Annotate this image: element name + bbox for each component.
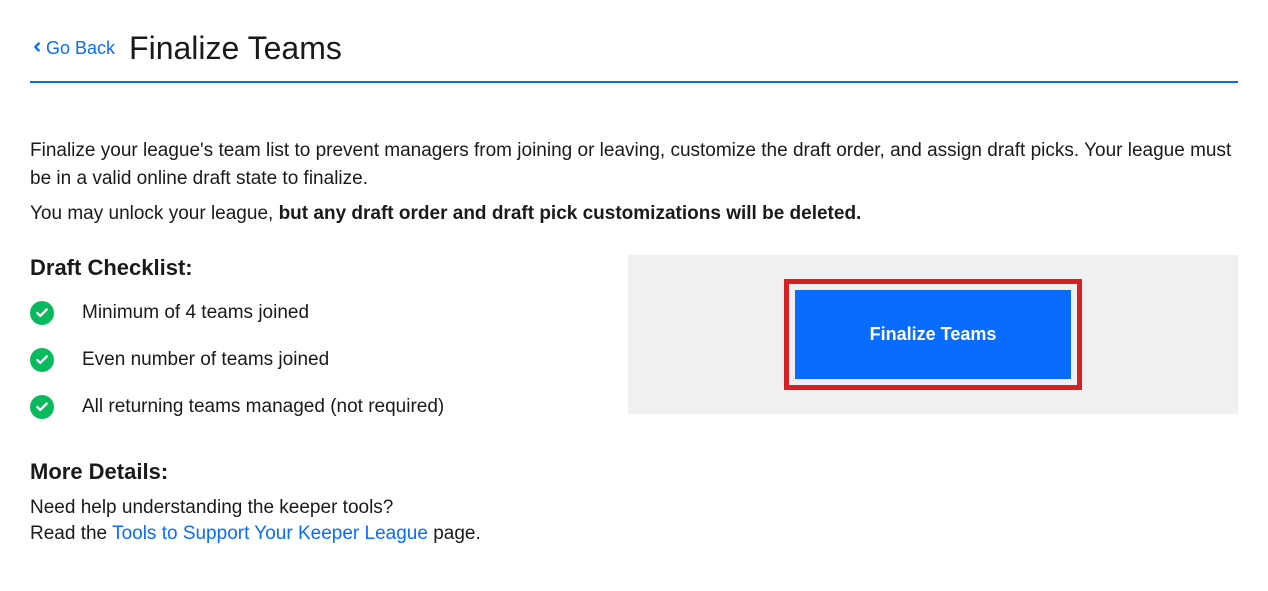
- keeper-tools-link[interactable]: Tools to Support Your Keeper League: [112, 523, 428, 544]
- go-back-link[interactable]: Go Back: [30, 38, 115, 59]
- highlight-frame: Finalize Teams: [784, 279, 1083, 390]
- intro-paragraph-2: You may unlock your league, but any draf…: [30, 200, 1238, 229]
- checklist-item-text: All returning teams managed (not require…: [82, 396, 444, 418]
- more-details-heading: More Details:: [30, 459, 588, 485]
- checklist-item: Minimum of 4 teams joined: [30, 301, 588, 325]
- finalize-teams-button[interactable]: Finalize Teams: [795, 290, 1072, 379]
- more-details-line2: Read the Tools to Support Your Keeper Le…: [30, 521, 588, 548]
- draft-checklist-heading: Draft Checklist:: [30, 255, 588, 281]
- page-title: Finalize Teams: [129, 30, 342, 67]
- checklist-item: Even number of teams joined: [30, 348, 588, 372]
- more-details-prefix: Read the: [30, 523, 112, 544]
- intro-p2-prefix: You may unlock your league,: [30, 203, 279, 224]
- chevron-left-icon: [30, 38, 44, 59]
- header-divider: [30, 81, 1238, 83]
- more-details-suffix: page.: [428, 523, 481, 544]
- draft-checklist: Minimum of 4 teams joined Even number of…: [30, 301, 588, 419]
- check-circle-icon: [30, 348, 54, 372]
- more-details-line1: Need help understanding the keeper tools…: [30, 495, 588, 522]
- checklist-item: All returning teams managed (not require…: [30, 395, 588, 419]
- checklist-item-text: Minimum of 4 teams joined: [82, 302, 309, 324]
- action-panel: Finalize Teams: [628, 255, 1238, 414]
- intro-p2-bold: but any draft order and draft pick custo…: [279, 203, 862, 224]
- check-circle-icon: [30, 395, 54, 419]
- checklist-item-text: Even number of teams joined: [82, 349, 329, 371]
- go-back-label: Go Back: [46, 38, 115, 59]
- check-circle-icon: [30, 301, 54, 325]
- intro-paragraph-1: Finalize your league's team list to prev…: [30, 137, 1238, 192]
